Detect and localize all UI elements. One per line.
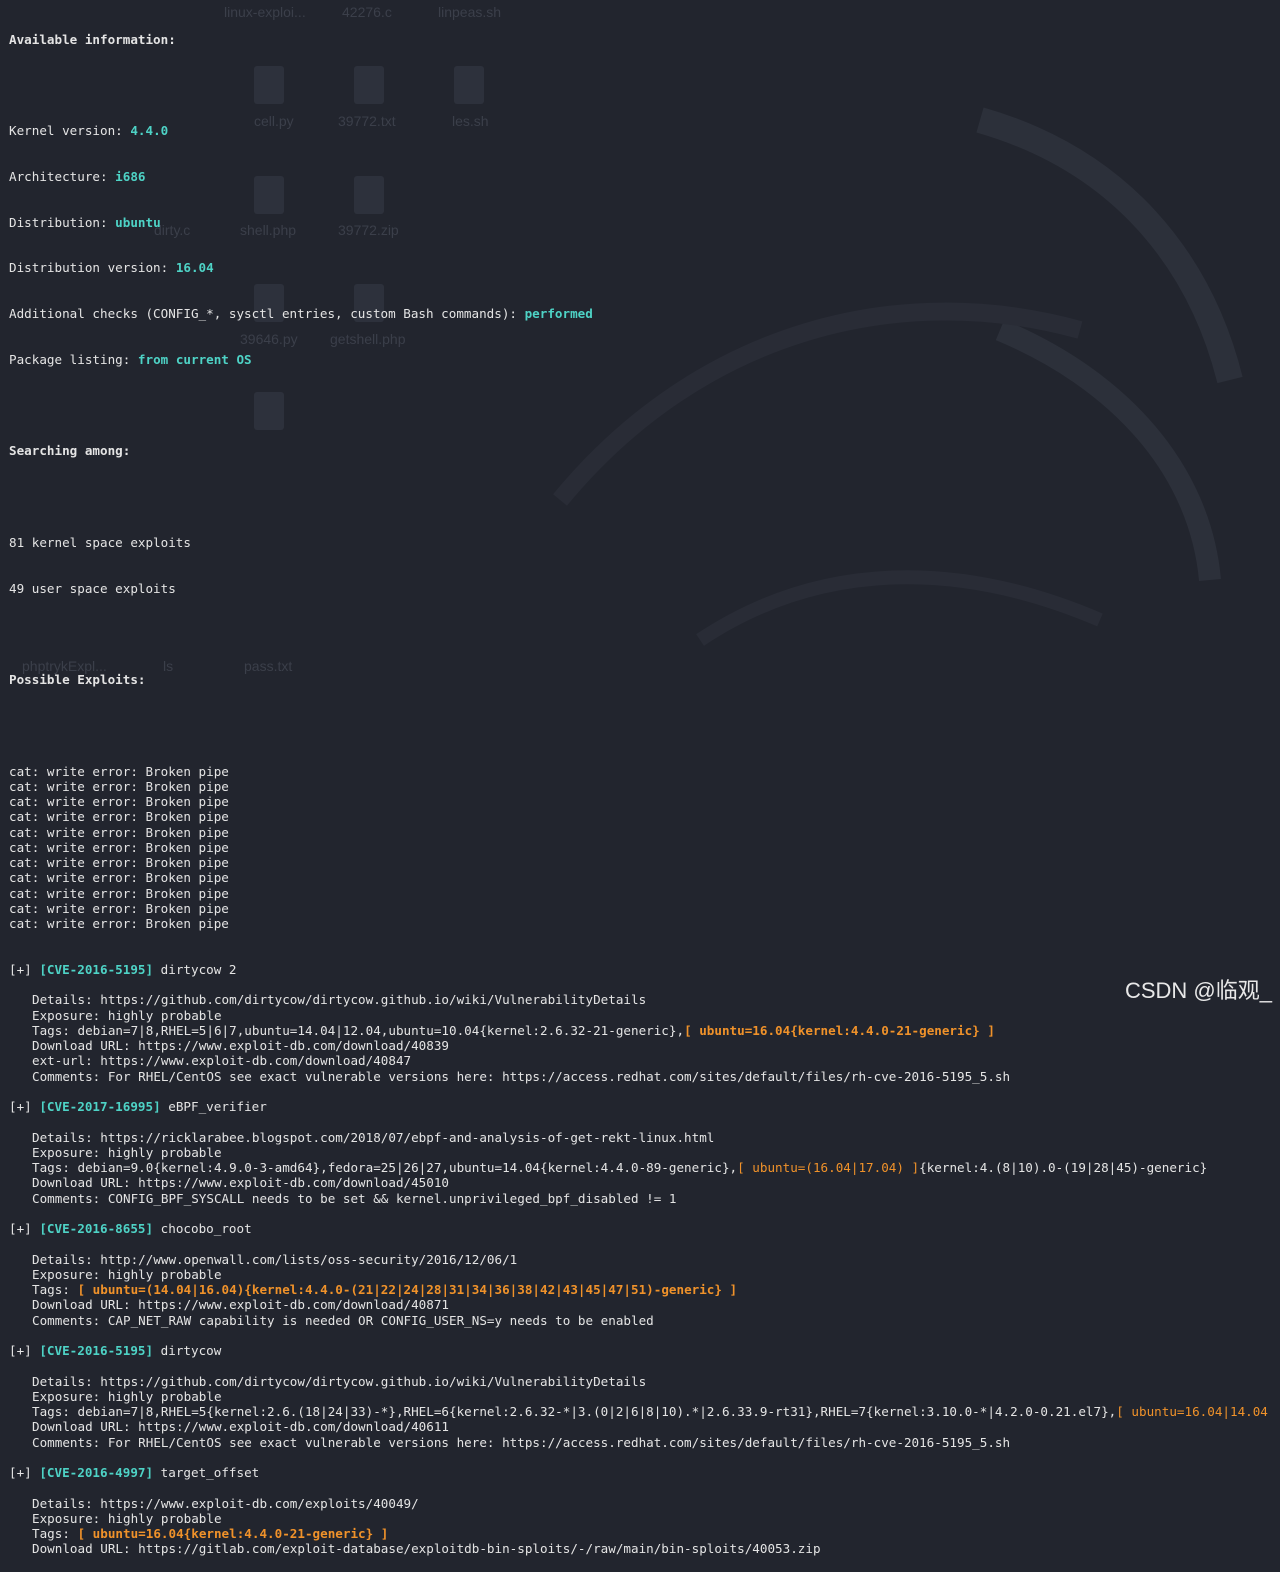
exploit-tags: Tags: debian=9.0{kernel:4.9.0-3-amd64},f…: [9, 1160, 1280, 1175]
pipe-error-line: cat: write error: Broken pipe: [9, 809, 229, 825]
pipe-error-line: cat: write error: Broken pipe: [9, 778, 229, 794]
cve-id: [CVE-2016-5195]: [39, 961, 154, 977]
cve-id: [CVE-2016-5195]: [39, 1343, 154, 1358]
exploit-details: Details: https://www.exploit-db.com/expl…: [32, 1495, 419, 1511]
pipe-error-line: cat: write error: Broken pipe: [9, 900, 229, 916]
tags-highlight: [ ubuntu=16.04|14.04: [1116, 1404, 1268, 1419]
tags-highlight: [ ubuntu=16.04{kernel:4.4.0-21-generic} …: [77, 1526, 389, 1541]
searching-heading: Searching among:: [9, 443, 131, 459]
info-heading: Available information:: [9, 31, 176, 47]
distribution-line: Distribution: ubuntu: [9, 214, 161, 230]
exploit-prefix: [+]: [9, 1099, 40, 1114]
exploit-prefix: [+]: [9, 961, 40, 977]
exploit-header: [+] [CVE-2017-16995] eBPF_verifier: [9, 1099, 1280, 1114]
exploit-info-line: Download URL: https://gitlab.com/exploit…: [32, 1541, 821, 1557]
exploit-header: [+] [CVE-2016-8655] chocobo_root: [9, 1221, 1280, 1236]
exploit-info-line: ext-url: https://www.exploit-db.com/down…: [32, 1053, 412, 1069]
exploit-exposure: Exposure: highly probable: [32, 1510, 222, 1526]
exploit-name: dirtycow 2: [153, 961, 237, 977]
exploit-header: [+] [CVE-2016-5195] dirtycow 2: [9, 962, 1280, 977]
exploit-exposure: Exposure: highly probable: [32, 1388, 222, 1404]
exploit-info-line: Comments: CAP_NET_RAW capability is need…: [32, 1312, 654, 1328]
package-listing-line: Package listing: from current OS: [9, 351, 252, 367]
exploit-name: eBPF_verifier: [160, 1099, 267, 1114]
terminal-output[interactable]: Available information: Kernel version: 4…: [9, 1, 1280, 1572]
exploit-list: [+] [CVE-2016-5195] dirtycow 2 Details: h…: [9, 962, 1280, 1557]
tags-highlight: [ ubuntu=(14.04|16.04){kernel:4.4.0-(21|…: [77, 1282, 738, 1297]
cve-id: [CVE-2016-4997]: [39, 1465, 154, 1480]
exploit-header: [+] [CVE-2016-5195] dirtycow: [9, 1343, 1280, 1358]
pipe-error-line: cat: write error: Broken pipe: [9, 839, 229, 855]
exploit-exposure: Exposure: highly probable: [32, 1144, 222, 1160]
pipe-error-line: cat: write error: Broken pipe: [9, 763, 229, 779]
exploit-name: target_offset: [153, 1465, 260, 1480]
exploit-prefix: [+]: [9, 1343, 40, 1358]
tags-text: Tags: debian=7|8,RHEL=5|6|7,ubuntu=14.04…: [32, 1022, 685, 1038]
cve-id: [CVE-2017-16995]: [39, 1099, 161, 1114]
tags-text: Tags:: [32, 1282, 78, 1297]
exploit-name: chocobo_root: [153, 1221, 252, 1236]
exploit-exposure: Exposure: highly probable: [32, 1007, 222, 1023]
user-exploit-count: 49 user space exploits: [9, 580, 176, 596]
exploit-tags: Tags: debian=7|8,RHEL=5{kernel:2.6.(18|2…: [9, 1404, 1280, 1419]
cve-id: [CVE-2016-8655]: [39, 1221, 154, 1236]
exploit-info-line: Download URL: https://www.exploit-db.com…: [32, 1038, 450, 1053]
csdn-watermark: CSDN @临观_: [1124, 978, 1272, 1003]
pipe-error-line: cat: write error: Broken pipe: [9, 824, 229, 840]
exploit-tags: Tags: debian=7|8,RHEL=5|6|7,ubuntu=14.04…: [9, 1023, 1280, 1038]
architecture-line: Architecture: i686: [9, 168, 146, 184]
exploit-details: Details: https://github.com/dirtycow/dir…: [32, 1373, 647, 1389]
exploit-info-line: Comments: For RHEL/CentOS see exact vuln…: [32, 1068, 1011, 1084]
exploit-tags: Tags: [ ubuntu=16.04{kernel:4.4.0-21-gen…: [9, 1526, 1280, 1541]
additional-checks-line: Additional checks (CONFIG_*, sysctl entr…: [9, 306, 593, 321]
pipe-error-line: cat: write error: Broken pipe: [9, 855, 229, 870]
exploit-info-line: Download URL: https://www.exploit-db.com…: [32, 1419, 450, 1435]
pipe-error-list: cat: write error: Broken pipe cat: write …: [9, 764, 1280, 932]
kernel-version-line: Kernel version: 4.4.0: [9, 123, 169, 138]
exploit-exposure: Exposure: highly probable: [32, 1266, 222, 1282]
tags-text: Tags:: [32, 1526, 78, 1541]
pipe-error-line: cat: write error: Broken pipe: [9, 870, 229, 886]
pipe-error-line: cat: write error: Broken pipe: [9, 885, 229, 901]
distribution-version-line: Distribution version: 16.04: [9, 260, 214, 276]
exploit-info-line: Download URL: https://www.exploit-db.com…: [32, 1175, 450, 1191]
pipe-error-line: cat: write error: Broken pipe: [9, 794, 229, 809]
tags-text: Tags: debian=9.0{kernel:4.9.0-3-amd64},f…: [32, 1160, 738, 1175]
tags-text: {kernel:4.(8|10).0-(19|28|45)-generic}: [919, 1160, 1208, 1175]
exploit-header: [+] [CVE-2016-4997] target_offset: [9, 1465, 1280, 1480]
exploit-info-line: Comments: CONFIG_BPF_SYSCALL needs to be…: [32, 1190, 677, 1206]
exploit-info-line: Comments: For RHEL/CentOS see exact vuln…: [32, 1434, 1011, 1450]
exploit-tags: Tags: [ ubuntu=(14.04|16.04){kernel:4.4.…: [9, 1282, 1280, 1297]
possible-exploits-heading: Possible Exploits:: [9, 672, 146, 687]
exploit-name: dirtycow: [153, 1343, 222, 1358]
exploit-details: Details: https://ricklarabee.blogspot.co…: [32, 1129, 715, 1145]
exploit-info-line: Download URL: https://www.exploit-db.com…: [32, 1297, 450, 1313]
exploit-details: Details: http://www.openwall.com/lists/o…: [32, 1251, 518, 1267]
kernel-exploit-count: 81 kernel space exploits: [9, 534, 191, 550]
exploit-prefix: [+]: [9, 1465, 40, 1480]
tags-highlight: [ ubuntu=16.04{kernel:4.4.0-21-generic} …: [684, 1022, 995, 1038]
exploit-details: Details: https://github.com/dirtycow/dir…: [32, 992, 647, 1008]
exploit-prefix: [+]: [9, 1221, 40, 1236]
pipe-error-line: cat: write error: Broken pipe: [9, 916, 229, 931]
tags-text: Tags: debian=7|8,RHEL=5{kernel:2.6.(18|2…: [32, 1404, 1117, 1419]
tags-highlight: [ ubuntu=(16.04|17.04) ]: [737, 1160, 920, 1175]
